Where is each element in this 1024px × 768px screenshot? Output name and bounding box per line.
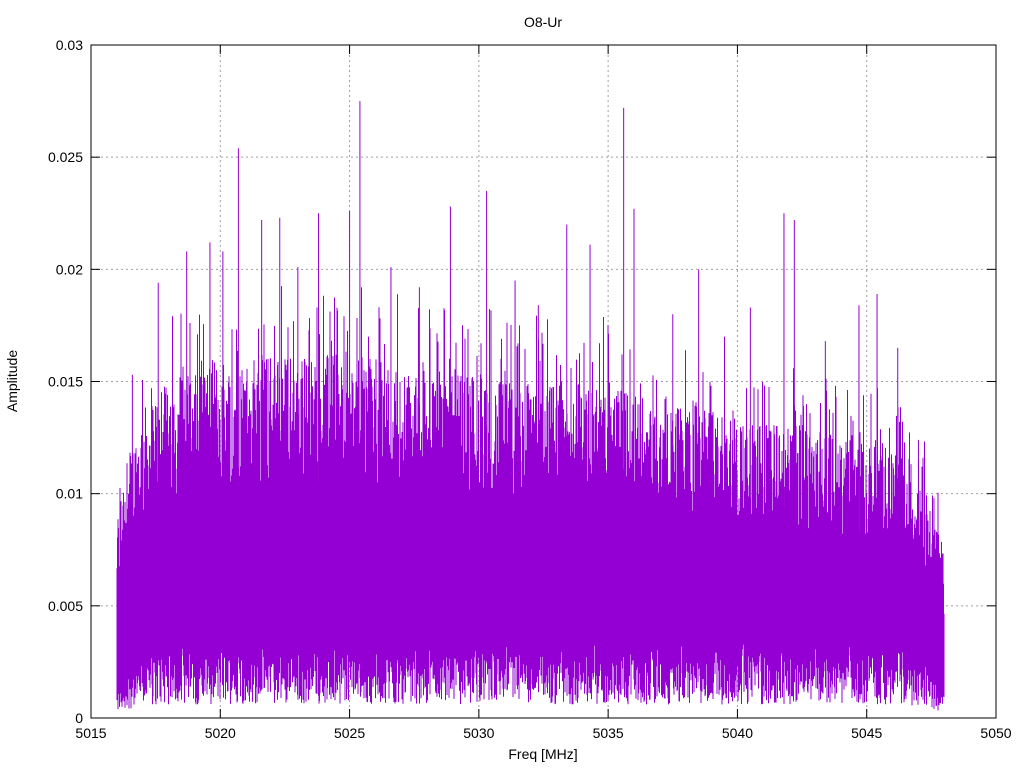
x-tick-label: 5050 xyxy=(980,725,1011,741)
y-axis-title: Amplitude xyxy=(4,350,20,412)
x-axis-title: Freq [MHz] xyxy=(508,746,577,762)
chart-title: O8-Ur xyxy=(524,14,562,30)
amplitude-spectrum-chart: 5015 5020 5025 5030 5035 5040 5045 5050 0 0.005 0.… xyxy=(0,0,1024,768)
y-tick-label: 0.025 xyxy=(48,149,83,165)
y-tick-label: 0.03 xyxy=(56,37,83,53)
x-tick-label: 5015 xyxy=(75,725,106,741)
y-tick-label: 0.02 xyxy=(56,261,83,277)
chart-container: 5015 5020 5025 5030 5035 5040 5045 5050 0 0.005 0.… xyxy=(0,0,1024,768)
y-tick-label: 0.01 xyxy=(56,486,83,502)
y-tick-label: 0.005 xyxy=(48,598,83,614)
x-tick-label: 5030 xyxy=(463,725,494,741)
x-tick-label: 5040 xyxy=(722,725,753,741)
x-tick-label: 5045 xyxy=(851,725,882,741)
x-tick-label: 5020 xyxy=(205,725,236,741)
y-tick-label: 0 xyxy=(75,710,83,726)
x-tick-label: 5025 xyxy=(334,725,365,741)
y-tick-label: 0.015 xyxy=(48,374,83,390)
x-tick-label: 5035 xyxy=(593,725,624,741)
